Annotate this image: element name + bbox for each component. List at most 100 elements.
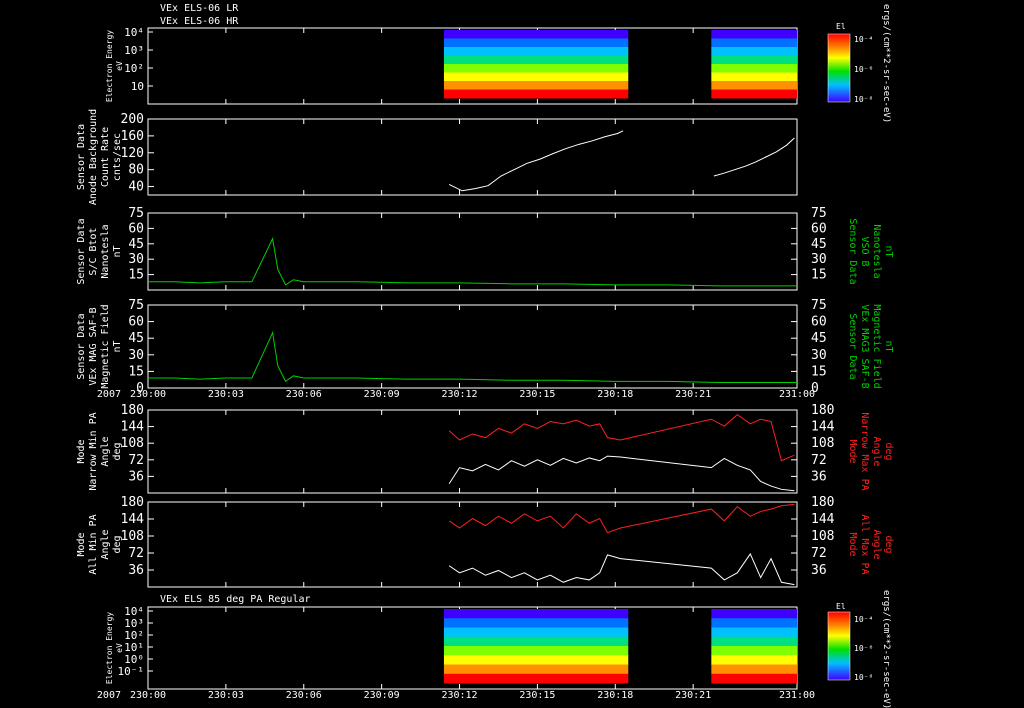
y-tick-label-right: 144 [811, 420, 835, 435]
y-axis-label: Angle [100, 529, 111, 559]
y-axis-label-right: Angle [871, 529, 882, 559]
colorbar-title: El [836, 602, 846, 611]
y-axis-label: S/C Btot [88, 227, 99, 275]
x-tick-label: 230:06 [286, 389, 322, 400]
panel-3-frame [147, 212, 798, 291]
x-tick-label: 230:18 [597, 389, 633, 400]
all-min-pa-line [448, 552, 795, 586]
y-tick-label: 72 [128, 546, 144, 561]
y-axis-label: All Min PA [88, 514, 99, 574]
colorbar-tick: 10⁻⁸ [854, 95, 873, 104]
panel-4-frame [147, 304, 798, 389]
y-axis-label-right: Nanotesla [871, 224, 882, 278]
colorbar-scale [827, 611, 851, 681]
spectrogram-band [443, 627, 629, 638]
y-tick-label: 40 [128, 180, 144, 195]
y-tick-label: 36 [128, 563, 144, 578]
y-tick-label-right: 180 [811, 403, 834, 418]
y-tick-label: 10² [124, 62, 144, 75]
spectrogram-band [443, 72, 629, 82]
spectrogram-band [443, 636, 629, 647]
spectrogram-band [711, 655, 797, 665]
y-axis-label: eV [115, 643, 124, 653]
spectrogram-band [711, 673, 797, 684]
y-axis-label: Magnetic Field [100, 304, 111, 388]
panel-7-title: VEx ELS 85 deg PA Regular [160, 594, 311, 605]
spectrogram-band [711, 64, 797, 73]
y-tick-label: 45 [128, 237, 144, 252]
spectrogram-band [711, 30, 797, 39]
y-axis-label-right: nT [883, 245, 894, 257]
y-tick-label-right: 108 [811, 436, 834, 451]
x-tick-label: 230:03 [208, 690, 244, 701]
data-line [148, 237, 797, 287]
y-tick-label: 108 [121, 529, 144, 544]
data-line [448, 130, 624, 192]
all-max-pa-line [448, 503, 795, 534]
y-tick-label: 60 [128, 221, 144, 236]
colorbar-tick: 10⁻⁶ [854, 65, 873, 74]
y-tick-label: 45 [128, 331, 144, 346]
y-tick-label-right: 60 [811, 221, 827, 236]
y-tick-label: 75 [128, 298, 144, 313]
spectrogram-band [711, 81, 797, 90]
x-tick-label: 230:00 [130, 690, 166, 701]
y-tick-label-right: 45 [811, 237, 827, 252]
y-axis-label: cnts/sec [112, 133, 123, 181]
y-tick-label-right: 60 [811, 315, 827, 330]
panel-6-frame [147, 501, 798, 588]
y-tick-label: 80 [128, 163, 144, 178]
x-tick-label: 230:15 [519, 389, 555, 400]
y-axis-label: Narrow Min PA [88, 412, 99, 490]
y-tick-label-right: 15 [811, 268, 827, 283]
y-axis-label-right: Sensor Data [847, 218, 858, 284]
panel-2-frame [147, 118, 798, 196]
y-tick-label: 75 [128, 206, 144, 221]
y-axis-label: eV [115, 61, 124, 71]
y-tick-label: 10 [131, 80, 144, 93]
spectrogram-band [711, 636, 797, 647]
y-tick-label-right: 30 [811, 252, 827, 267]
x-tick-label: 230:09 [364, 690, 400, 701]
colorbar-unit: ergs/(cm**2-sr-sec-eV) [881, 590, 891, 708]
y-axis-label: Sensor Data [76, 218, 87, 284]
y-axis-label: deg [112, 442, 123, 460]
spectrogram-band [711, 72, 797, 82]
y-axis-label-right: VSO B [859, 236, 870, 266]
spectrogram-band [443, 646, 629, 656]
y-tick-label: 15 [128, 268, 144, 283]
y-axis-label-right: All Max PA [859, 514, 870, 574]
narrow-min-pa-line [448, 455, 795, 492]
y-tick-label-right: 36 [811, 469, 827, 484]
plot-window: VEx ELS-06 LR VEx ELS-06 HR VEx ELS 85 d… [0, 0, 1024, 708]
y-tick-label-right: 144 [811, 512, 835, 527]
y-tick-label: 72 [128, 453, 144, 468]
spectrogram-band [711, 38, 797, 48]
y-tick-label-right: 15 [811, 364, 827, 379]
y-axis-label: deg [112, 535, 123, 553]
spectrogram-band [443, 664, 629, 675]
spectrogram-band [711, 55, 797, 65]
spectrogram-band [711, 646, 797, 656]
spectrogram-band [443, 81, 629, 90]
y-axis-label-right: nT [883, 340, 894, 352]
x-tick-label: 230:15 [519, 690, 555, 701]
y-tick-label: 36 [128, 469, 144, 484]
y-axis-label: Nanotesla [100, 224, 111, 278]
y-tick-label: 180 [121, 403, 144, 418]
spectrogram-band [443, 38, 629, 48]
y-axis-label: Sensor Data [76, 124, 87, 190]
x-tick-label: 230:12 [441, 690, 477, 701]
y-axis-label: Anode Background [88, 109, 99, 205]
spectrogram-band [443, 655, 629, 665]
y-tick-label-right: 75 [811, 206, 827, 221]
y-tick-label: 120 [121, 146, 144, 161]
colorbar-tick: 10⁻⁴ [854, 615, 873, 624]
x-tick-label: 231:00 [779, 389, 815, 400]
y-axis-label: nT [112, 245, 123, 257]
y-tick-label: 30 [128, 348, 144, 363]
y-axis-label: VEx MAG SAF-B [88, 307, 99, 385]
y-tick-label: 10⁴ [124, 26, 144, 39]
spectrogram-band [443, 64, 629, 73]
colorbar-top: El 10⁻⁴ 10⁻⁶ 10⁻⁸ ergs/(cm**2-sr-sec-eV) [827, 4, 891, 123]
